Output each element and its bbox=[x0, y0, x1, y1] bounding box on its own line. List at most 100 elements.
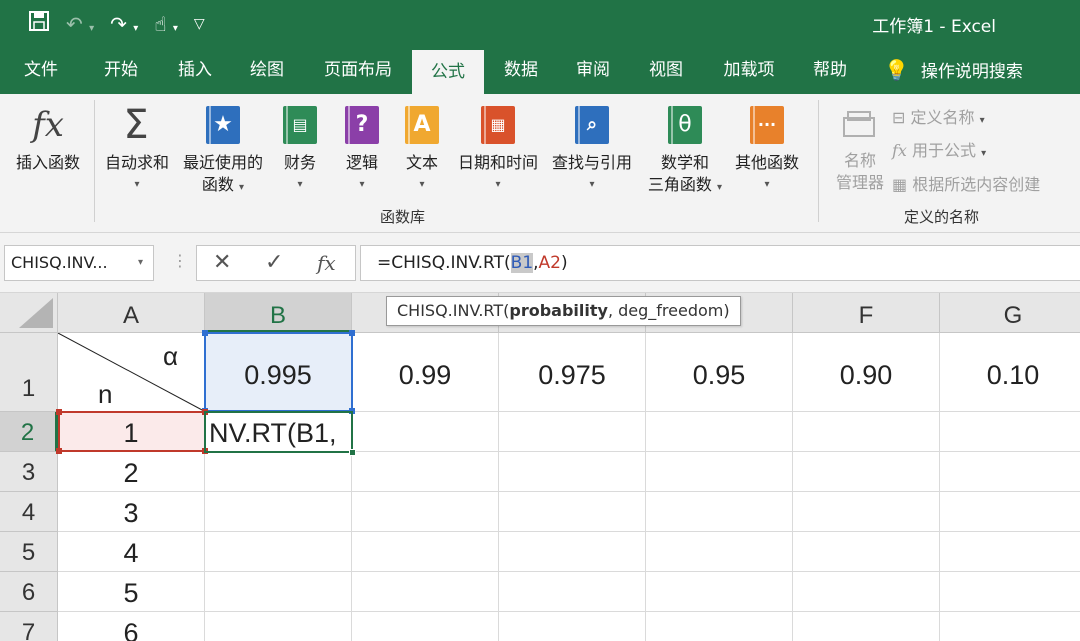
cell-f5[interactable] bbox=[793, 532, 940, 572]
row-header-1[interactable]: 1 bbox=[0, 333, 58, 412]
cell-g7[interactable] bbox=[940, 612, 1080, 641]
cell-g5[interactable] bbox=[940, 532, 1080, 572]
name-box[interactable]: CHISQ.INV... ▾ bbox=[4, 245, 154, 281]
cell-a1[interactable]: α n bbox=[58, 333, 205, 412]
cell-c2[interactable] bbox=[352, 412, 499, 452]
cell-b7[interactable] bbox=[205, 612, 352, 641]
row-header-2[interactable]: 2 bbox=[0, 412, 58, 452]
cell-d2[interactable] bbox=[499, 412, 646, 452]
redo-icon[interactable]: ↷ ▾ bbox=[110, 12, 138, 36]
function-library-group-label: 函数库 bbox=[380, 208, 426, 226]
cell-b2-editing[interactable]: NV.RT(B1, bbox=[205, 412, 352, 452]
cell-e1[interactable]: 0.95 bbox=[646, 333, 793, 412]
create-from-selection-button[interactable]: ▦ 根据所选内容创建 bbox=[892, 171, 1040, 195]
tab-help[interactable]: 帮助 bbox=[800, 46, 860, 94]
cell-c1[interactable]: 0.99 bbox=[352, 333, 499, 412]
cell-d6[interactable] bbox=[499, 572, 646, 612]
column-header-a[interactable]: A bbox=[58, 293, 205, 333]
save-icon[interactable] bbox=[28, 10, 50, 37]
tab-draw[interactable]: 绘图 bbox=[238, 46, 296, 94]
cell-b6[interactable] bbox=[205, 572, 352, 612]
column-header-g[interactable]: G bbox=[940, 293, 1080, 333]
cell-a5[interactable]: 4 bbox=[58, 532, 205, 572]
theta-book-icon: θ bbox=[668, 106, 704, 144]
formula-ref-a2: A2 bbox=[538, 253, 561, 273]
cell-d3[interactable] bbox=[499, 452, 646, 492]
tab-data[interactable]: 数据 bbox=[492, 46, 550, 94]
sigma-icon: Σ bbox=[123, 102, 149, 148]
tab-file[interactable]: 文件 bbox=[12, 46, 70, 94]
ribbon-separator bbox=[94, 100, 95, 222]
cell-f3[interactable] bbox=[793, 452, 940, 492]
select-all-button[interactable] bbox=[0, 293, 58, 333]
cell-b4[interactable] bbox=[205, 492, 352, 532]
cell-d7[interactable] bbox=[499, 612, 646, 641]
column-header-f[interactable]: F bbox=[793, 293, 940, 333]
cell-c3[interactable] bbox=[352, 452, 499, 492]
tab-addins[interactable]: 加载项 bbox=[712, 46, 786, 94]
ribbon: fx 插入函数 Σ 自动求和 ▾ ★ 最近使用的 函数 ▾ ▤ 财务 ▾ ? 逻… bbox=[0, 94, 1080, 233]
cell-c4[interactable] bbox=[352, 492, 499, 532]
cell-a4[interactable]: 3 bbox=[58, 492, 205, 532]
chevron-down-icon[interactable]: ▾ bbox=[138, 246, 143, 280]
row-header-4[interactable]: 4 bbox=[0, 492, 58, 532]
cell-e4[interactable] bbox=[646, 492, 793, 532]
row-header-6[interactable]: 6 bbox=[0, 572, 58, 612]
touch-mode-icon[interactable]: ☝ ▾ bbox=[154, 12, 178, 36]
cell-f7[interactable] bbox=[793, 612, 940, 641]
cell-e5[interactable] bbox=[646, 532, 793, 572]
financial-book-icon: ▤ bbox=[283, 106, 319, 144]
tab-view[interactable]: 视图 bbox=[636, 46, 696, 94]
define-name-button[interactable]: ⊟ 定义名称 ▾ bbox=[892, 104, 985, 128]
cell-g6[interactable] bbox=[940, 572, 1080, 612]
cell-g3[interactable] bbox=[940, 452, 1080, 492]
cell-f2[interactable] bbox=[793, 412, 940, 452]
cell-g1[interactable]: 0.10 bbox=[940, 333, 1080, 412]
cell-b5[interactable] bbox=[205, 532, 352, 572]
function-argument-tooltip[interactable]: CHISQ.INV.RT(probability, deg_freedom) bbox=[386, 296, 741, 326]
cell-e3[interactable] bbox=[646, 452, 793, 492]
tab-home[interactable]: 开始 bbox=[90, 46, 152, 94]
row-header-3[interactable]: 3 bbox=[0, 452, 58, 492]
cell-e7[interactable] bbox=[646, 612, 793, 641]
fx-icon: fx bbox=[32, 105, 64, 145]
row-header-5[interactable]: 5 bbox=[0, 532, 58, 572]
enter-icon[interactable]: ✓ bbox=[265, 250, 283, 275]
cell-b3[interactable] bbox=[205, 452, 352, 492]
cell-a6[interactable]: 5 bbox=[58, 572, 205, 612]
cell-c7[interactable] bbox=[352, 612, 499, 641]
cell-e2[interactable] bbox=[646, 412, 793, 452]
cell-g4[interactable] bbox=[940, 492, 1080, 532]
cell-f4[interactable] bbox=[793, 492, 940, 532]
cell-a7[interactable]: 6 bbox=[58, 612, 205, 641]
cell-d5[interactable] bbox=[499, 532, 646, 572]
row-header-7[interactable]: 7 bbox=[0, 612, 58, 641]
window-title: 工作簿1 - Excel bbox=[872, 17, 996, 37]
cell-f6[interactable] bbox=[793, 572, 940, 612]
cell-g2[interactable] bbox=[940, 412, 1080, 452]
cell-b1[interactable]: 0.995 bbox=[205, 333, 352, 412]
undo-icon[interactable]: ↶ ▾ bbox=[66, 12, 94, 36]
tell-me-search[interactable]: 💡 操作说明搜索 bbox=[884, 46, 1044, 94]
cell-c5[interactable] bbox=[352, 532, 499, 572]
tab-page-layout[interactable]: 页面布局 bbox=[312, 46, 404, 94]
customize-qat-icon[interactable]: ▽ bbox=[194, 16, 205, 32]
tab-formulas[interactable]: 公式 bbox=[412, 50, 484, 94]
quick-access-toolbar: ↶ ▾ ↷ ▾ ☝ ▾ ▽ bbox=[28, 10, 205, 37]
cell-a2[interactable]: 1 bbox=[58, 412, 205, 452]
cell-f1[interactable]: 0.90 bbox=[793, 333, 940, 412]
cell-d4[interactable] bbox=[499, 492, 646, 532]
formula-input[interactable]: =CHISQ.INV.RT(B1,A2) bbox=[360, 245, 1080, 281]
use-in-formula-button[interactable]: fx 用于公式 ▾ bbox=[892, 137, 986, 161]
tab-insert[interactable]: 插入 bbox=[166, 46, 224, 94]
cell-d1[interactable]: 0.975 bbox=[499, 333, 646, 412]
cell-a3[interactable]: 2 bbox=[58, 452, 205, 492]
tab-review[interactable]: 审阅 bbox=[564, 46, 622, 94]
insert-function-icon[interactable]: fx bbox=[317, 251, 336, 275]
cancel-icon[interactable]: ✕ bbox=[213, 250, 231, 275]
column-header-b[interactable]: B bbox=[205, 293, 352, 333]
cell-e6[interactable] bbox=[646, 572, 793, 612]
formula-bar: CHISQ.INV... ▾ ⋮ ✕ ✓ fx =CHISQ.INV.RT(B1… bbox=[0, 233, 1080, 293]
cell-c6[interactable] bbox=[352, 572, 499, 612]
more-options-icon[interactable]: ⋮ bbox=[172, 251, 188, 270]
